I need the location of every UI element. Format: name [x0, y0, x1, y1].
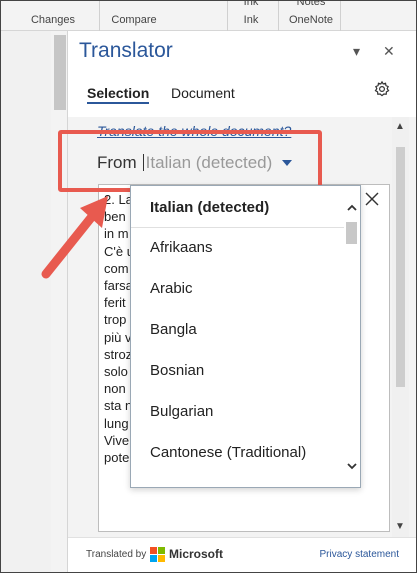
- ribbon-separator: [227, 1, 228, 31]
- ribbon-group-compare[interactable]: Compare: [101, 1, 167, 31]
- dropdown-selected-item[interactable]: Italian (detected): [131, 186, 344, 228]
- annotation-arrow-icon: [41, 196, 108, 279]
- dropdown-option[interactable]: Arabic: [150, 280, 193, 297]
- chevron-down-icon[interactable]: [346, 460, 358, 472]
- pane-options-icon[interactable]: ▾: [353, 43, 360, 60]
- ribbon-group-top: Ink: [243, 0, 259, 8]
- ribbon-group-ink[interactable]: Ink Ink: [229, 0, 273, 31]
- ribbon-separator: [278, 1, 279, 31]
- dropdown-close-icon[interactable]: [362, 189, 382, 209]
- dropdown-scroll-thumb[interactable]: [346, 222, 357, 244]
- chevron-up-icon[interactable]: [346, 202, 358, 214]
- tab-document[interactable]: Document: [171, 85, 235, 101]
- scroll-down-icon[interactable]: ▼: [395, 521, 405, 532]
- ribbon: Changes Compare Ink Ink Notes OneNote: [1, 0, 416, 31]
- ribbon-separator: [99, 1, 100, 31]
- document-scrollbar[interactable]: [54, 35, 66, 110]
- privacy-statement-link[interactable]: Privacy statement: [320, 549, 399, 560]
- ribbon-group-changes[interactable]: Changes: [23, 1, 83, 31]
- annotation-highlight-box: [58, 130, 322, 192]
- ribbon-separator: [340, 1, 341, 31]
- microsoft-brand: Microsoft: [169, 547, 223, 561]
- dropdown-option[interactable]: Afrikaans: [150, 239, 213, 256]
- pane-footer: Translated by Microsoft Privacy statemen…: [68, 537, 417, 572]
- ribbon-group-label: OneNote: [288, 14, 334, 26]
- settings-gear-icon[interactable]: [373, 80, 391, 98]
- language-dropdown[interactable]: Italian (detected) Afrikaans Arabic Bang…: [130, 185, 361, 488]
- document-area: [1, 31, 51, 572]
- ribbon-group-top: Notes: [296, 0, 326, 8]
- pane-title: Translator: [79, 39, 173, 62]
- ribbon-group-label: Changes: [30, 14, 76, 26]
- dropdown-option[interactable]: Bulgarian: [150, 403, 213, 420]
- ribbon-group-onenote[interactable]: Notes OneNote: [281, 0, 341, 31]
- scroll-up-icon[interactable]: ▲: [395, 121, 405, 132]
- dropdown-scrollbar[interactable]: [343, 186, 360, 487]
- dropdown-option[interactable]: Bangla: [150, 321, 197, 338]
- scroll-thumb[interactable]: [396, 147, 405, 387]
- dropdown-option[interactable]: Cantonese (Traditional): [150, 444, 306, 461]
- pane-close-icon[interactable]: ✕: [383, 43, 395, 60]
- pane-scrollbar[interactable]: ▲ ▼: [392, 117, 409, 537]
- dropdown-option-selected[interactable]: Italian (detected): [150, 199, 269, 216]
- dropdown-option[interactable]: Bosnian: [150, 362, 204, 379]
- ribbon-group-label: Compare: [111, 14, 157, 26]
- ribbon-group-label: Ink: [243, 14, 259, 26]
- translated-by-label: Translated by: [86, 549, 147, 560]
- tab-selection[interactable]: Selection: [87, 85, 150, 104]
- microsoft-logo-icon: [150, 547, 165, 562]
